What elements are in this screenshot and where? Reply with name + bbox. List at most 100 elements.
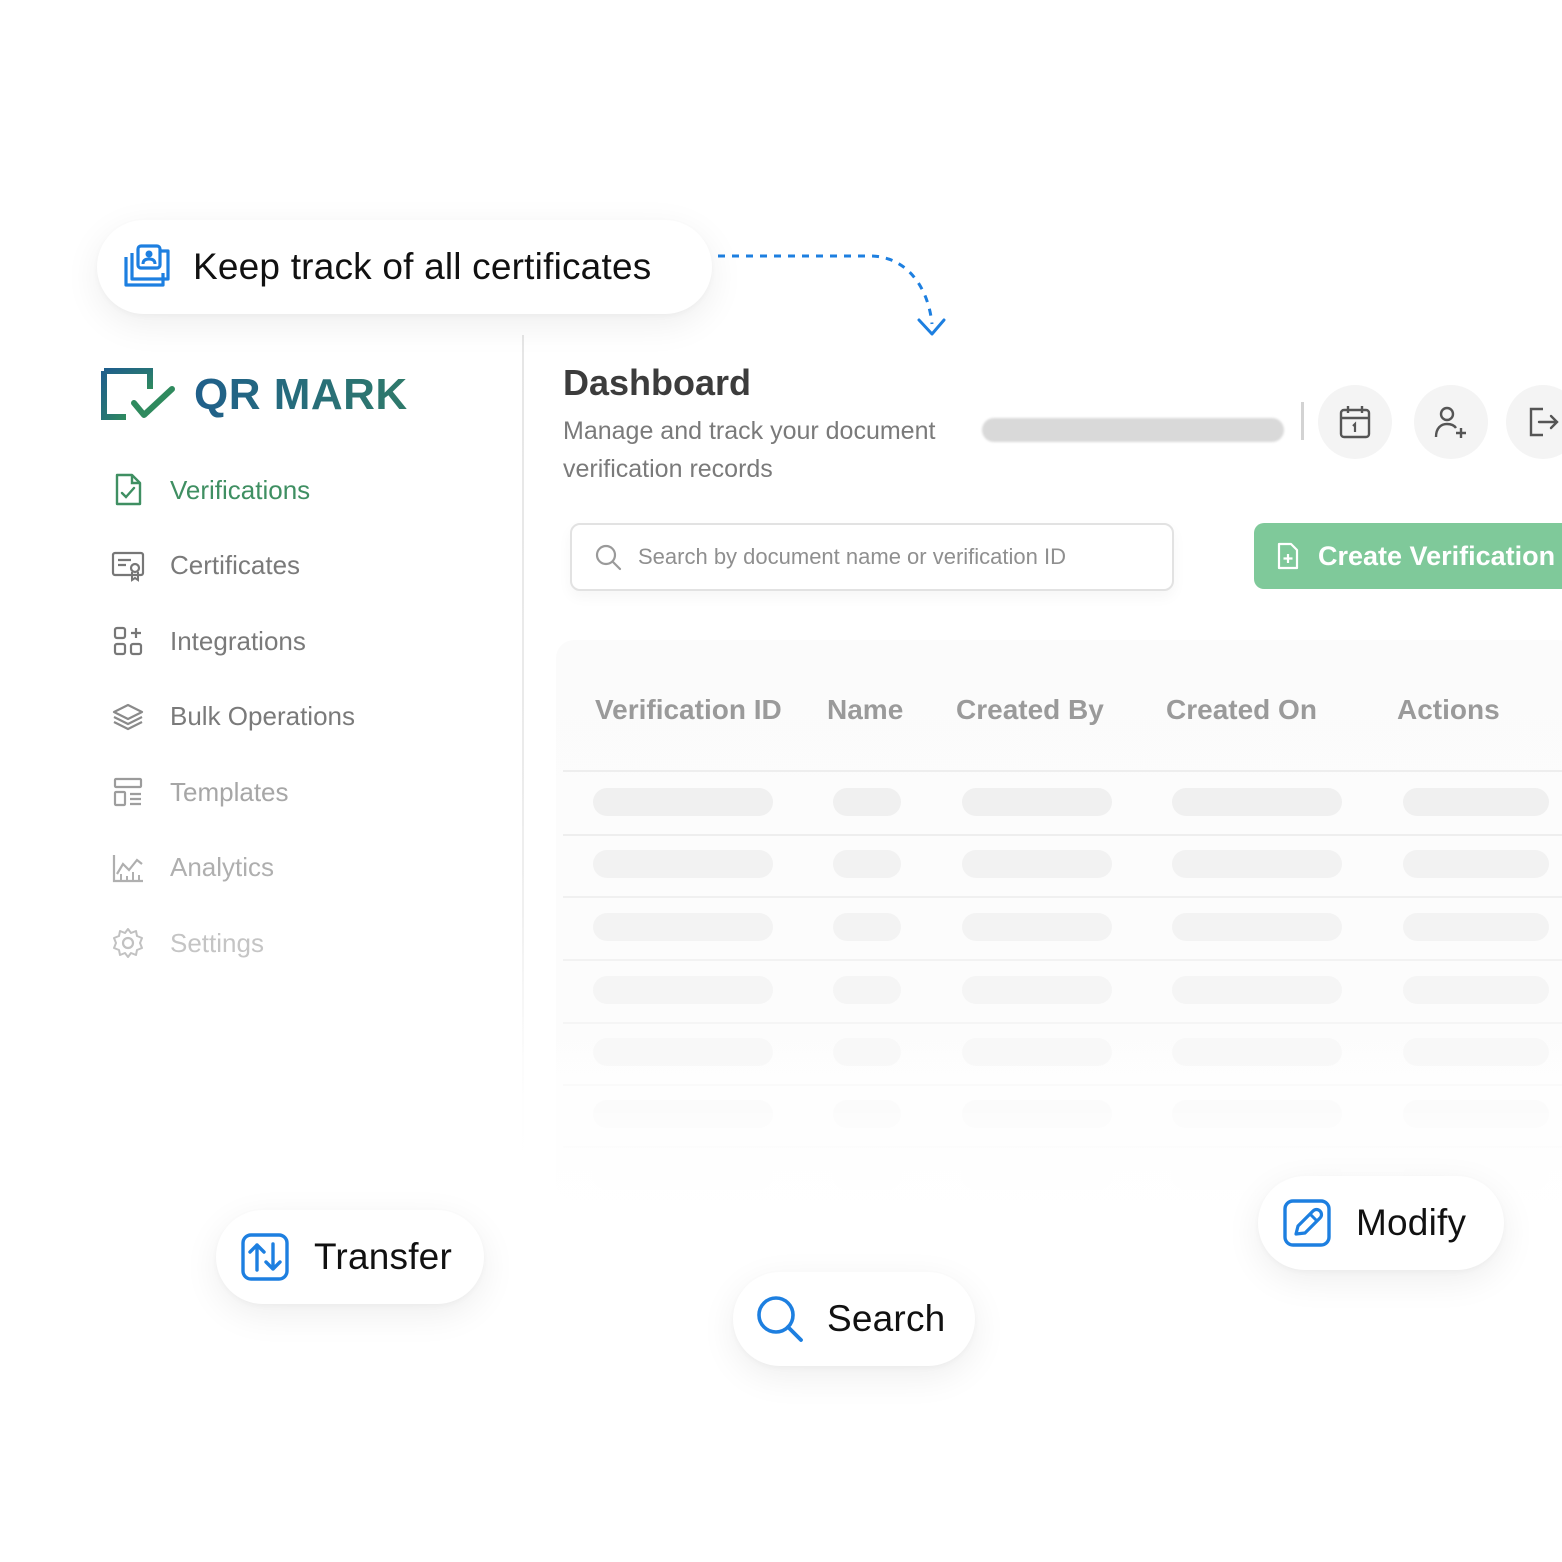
callout-keep-track: Keep track of all certificates (97, 220, 712, 314)
skeleton-cell (1403, 788, 1549, 816)
sidebar-item-label: Integrations (170, 625, 306, 656)
skeleton-cell (1172, 850, 1342, 878)
table-row-divider (563, 834, 1562, 836)
qr-mark-logo: QR MARK (100, 365, 408, 425)
sidebar-item-certificates[interactable]: Certificates (108, 546, 488, 586)
skeleton-cell (962, 1038, 1112, 1066)
sidebar-item-integrations[interactable]: Integrations (108, 621, 488, 661)
chart-icon (108, 848, 148, 888)
blurred-header-content (982, 418, 1284, 442)
skeleton-cell (962, 1162, 1112, 1190)
table-row-divider (563, 896, 1562, 898)
sidebar-item-label: Bulk Operations (170, 701, 355, 731)
sidebar-item-verifications[interactable]: Verifications (108, 470, 488, 510)
column-header-created-on[interactable]: Created On (1166, 694, 1317, 726)
skeleton-cell (1172, 913, 1342, 941)
sidebar-nav: Verifications Certificates Integrations … (108, 470, 488, 999)
edit-pencil-icon (1283, 1199, 1331, 1247)
calendar-icon (1339, 406, 1371, 439)
skeleton-cell (833, 976, 901, 1004)
file-check-icon (108, 470, 148, 510)
skeleton-cell (1403, 976, 1549, 1004)
skeleton-cell (962, 1100, 1112, 1128)
skeleton-cell (833, 913, 901, 941)
sidebar-item-templates[interactable]: Templates (108, 772, 488, 812)
callout-search: Search (733, 1272, 975, 1366)
callout-transfer: Transfer (216, 1210, 484, 1304)
add-user-button[interactable] (1414, 385, 1488, 459)
template-icon (108, 772, 148, 812)
skeleton-cell (1403, 850, 1549, 878)
skeleton-cell (1403, 1038, 1549, 1066)
page-title: Dashboard (563, 362, 752, 403)
skeleton-cell (593, 1100, 773, 1128)
skeleton-cell (593, 788, 773, 816)
search-icon (757, 1296, 803, 1342)
table-row-divider (563, 1022, 1562, 1024)
column-header-name[interactable]: Name (827, 694, 903, 726)
certificate-icon (108, 546, 148, 586)
sidebar-item-analytics[interactable]: Analytics (108, 848, 488, 888)
dashed-arrow-icon (718, 254, 946, 336)
search-input[interactable] (636, 543, 1120, 571)
skeleton-cell (1172, 976, 1342, 1004)
sidebar-item-label: Verifications (170, 474, 311, 505)
sidebar-item-settings[interactable]: Settings (108, 923, 488, 963)
callout-modify: Modify (1258, 1176, 1504, 1270)
skeleton-cell (962, 850, 1112, 878)
skeleton-cell (593, 913, 773, 941)
calendar-button[interactable] (1318, 385, 1392, 459)
column-header-actions[interactable]: Actions (1397, 694, 1500, 726)
sidebar-divider (522, 335, 524, 1155)
skeleton-cell (833, 788, 901, 816)
skeleton-cell (1172, 1100, 1342, 1128)
callout-transfer-label: Transfer (314, 1236, 452, 1277)
transfer-arrows-icon (241, 1233, 289, 1281)
table-row-divider (563, 959, 1562, 961)
logout-icon (1529, 407, 1559, 437)
column-header-verification-id[interactable]: Verification ID (595, 694, 782, 726)
skeleton-cell (833, 1038, 901, 1066)
certificate-folder-icon (124, 244, 170, 287)
callout-modify-label: Modify (1356, 1202, 1467, 1243)
logo-mark-icon (101, 368, 175, 420)
search-field[interactable] (570, 523, 1174, 591)
sidebar-item-label: Analytics (170, 852, 275, 882)
skeleton-cell (1403, 1100, 1549, 1128)
layers-icon (108, 697, 148, 737)
callout-search-label: Search (827, 1298, 946, 1339)
skeleton-cell (962, 976, 1112, 1004)
table-row-divider (563, 1146, 1562, 1148)
create-verification-label: Create Verification (1318, 540, 1556, 571)
sidebar-item-label: Certificates (170, 550, 301, 580)
table-header-divider (563, 770, 1562, 772)
file-plus-icon (1277, 542, 1299, 570)
sidebar-item-label: Templates (170, 776, 289, 807)
gear-icon (108, 923, 148, 963)
sidebar-item-label: Settings (170, 927, 264, 958)
skeleton-cell (962, 913, 1112, 941)
skeleton-cell (833, 1100, 901, 1128)
skeleton-cell (962, 788, 1112, 816)
skeleton-cell (1172, 788, 1342, 816)
callout-keep-track-label: Keep track of all certificates (193, 246, 652, 287)
skeleton-cell (1172, 1038, 1342, 1066)
create-verification-button[interactable]: Create Verification (1254, 523, 1562, 589)
sidebar-item-bulk-operations[interactable]: Bulk Operations (108, 697, 488, 737)
logout-button[interactable] (1506, 385, 1562, 459)
table-row-divider (563, 1084, 1562, 1086)
skeleton-cell (593, 1162, 773, 1190)
search-icon (595, 544, 622, 571)
brand-name: QR MARK (194, 370, 408, 419)
skeleton-cell (833, 1162, 901, 1190)
add-user-icon (1434, 406, 1466, 438)
column-header-created-by[interactable]: Created By (956, 694, 1104, 726)
skeleton-cell (593, 1038, 773, 1066)
page-subtitle: Manage and track your document verificat… (563, 417, 936, 483)
skeleton-cell (593, 850, 773, 878)
header-separator (1301, 402, 1304, 440)
skeleton-cell (593, 976, 773, 1004)
skeleton-cell (1403, 913, 1549, 941)
skeleton-cell (833, 850, 901, 878)
grid-plus-icon (108, 621, 148, 661)
